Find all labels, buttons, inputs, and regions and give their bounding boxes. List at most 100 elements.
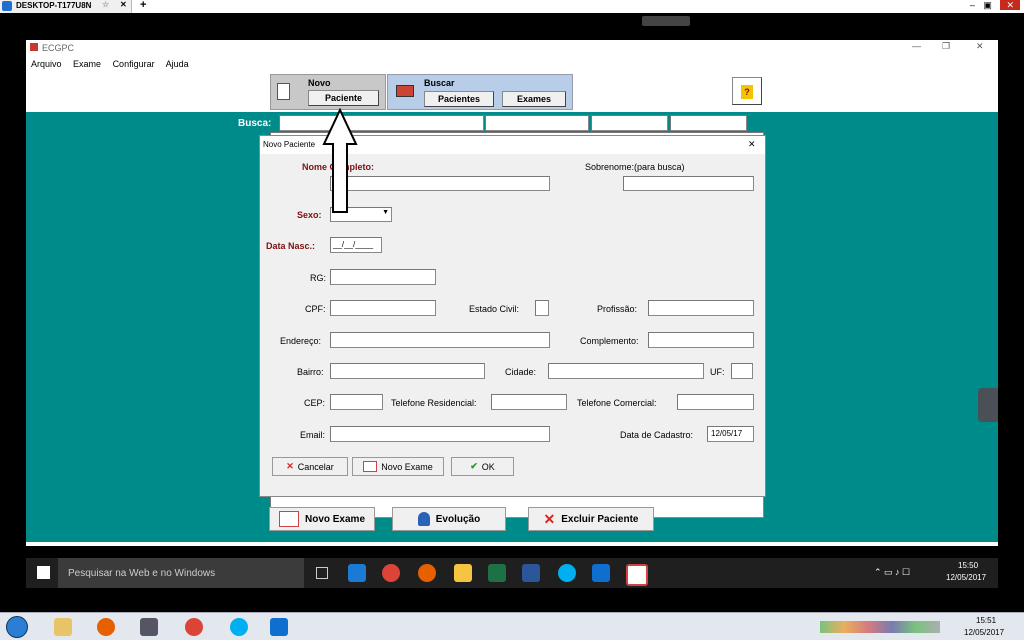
bairro-label: Bairro:	[297, 367, 324, 377]
minimize-icon[interactable]: –	[970, 0, 975, 10]
busca-input-2[interactable]	[485, 115, 589, 131]
teamviewer-icon[interactable]	[270, 618, 288, 636]
toolbar-buscar-group: Buscar Pacientes Exames	[387, 74, 573, 110]
cancel-x-icon: ✕	[286, 461, 294, 471]
task-view-icon[interactable]	[316, 567, 328, 579]
minimize-icon[interactable]: —	[912, 41, 921, 51]
firefox-icon[interactable]	[97, 618, 115, 636]
novo-paciente-button[interactable]: Paciente	[308, 90, 379, 106]
maximize-icon[interactable]: ❐	[942, 41, 950, 52]
teamviewer-icon[interactable]	[592, 564, 610, 582]
help-button[interactable]: ?	[732, 77, 762, 105]
skype-icon[interactable]	[558, 564, 576, 582]
ecg-icon	[363, 461, 378, 472]
menu-exame[interactable]: Exame	[73, 59, 101, 69]
star-icon[interactable]: ☆	[102, 0, 109, 9]
teamviewer-side-handle[interactable]	[978, 388, 998, 422]
file-explorer-icon[interactable]	[454, 564, 472, 582]
telefone-residencial-field[interactable]	[491, 394, 567, 410]
firefox-icon[interactable]	[418, 564, 436, 582]
ecgpc-icon[interactable]	[626, 564, 648, 586]
menu-configurar[interactable]: Configurar	[113, 59, 155, 69]
busca-input-1[interactable]	[279, 115, 484, 131]
menu-arquivo[interactable]: Arquivo	[31, 59, 62, 69]
search-records-icon	[396, 85, 414, 97]
windows-start-icon[interactable]	[37, 566, 50, 579]
person-icon	[417, 512, 430, 526]
chrome-icon[interactable]	[185, 618, 203, 636]
cancelar-button[interactable]: ✕ Cancelar	[272, 457, 348, 476]
remote-toolbar-icons[interactable]	[642, 16, 690, 26]
complemento-label: Complemento:	[580, 336, 639, 346]
cpf-label: CPF:	[305, 304, 326, 314]
remote-session-tab[interactable]: DESKTOP-T177U8N ☆ ✕	[0, 0, 132, 13]
delete-x-icon: ✕	[543, 510, 556, 527]
taskbar-search-box[interactable]: Pesquisar na Web e no Windows	[58, 558, 304, 588]
skype-icon[interactable]	[230, 618, 248, 636]
notification-area-icons[interactable]	[820, 621, 940, 633]
busca-input-3[interactable]	[591, 115, 668, 131]
profissao-field[interactable]	[648, 300, 754, 316]
cpf-field[interactable]	[330, 300, 436, 316]
word-icon[interactable]	[522, 564, 540, 582]
email-field[interactable]	[330, 426, 550, 442]
menu-ajuda[interactable]: Ajuda	[166, 59, 189, 69]
cep-field[interactable]	[330, 394, 383, 410]
remote-clock-date: 12/05/2017	[946, 573, 987, 582]
uf-field[interactable]	[731, 363, 753, 379]
chrome-icon[interactable]	[382, 564, 400, 582]
uf-label: UF:	[710, 367, 725, 377]
restore-icon[interactable]: ▣	[983, 0, 992, 10]
remote-window-controls[interactable]: – ▣ ✕	[950, 0, 1020, 11]
buscar-exames-button[interactable]: Exames	[502, 91, 566, 107]
cidade-field[interactable]	[548, 363, 704, 379]
sobrenome-label: Sobrenome:(para busca)	[585, 162, 685, 172]
file-explorer-icon[interactable]	[54, 618, 72, 636]
menu-bar: Arquivo Exame Configurar Ajuda	[31, 59, 198, 69]
profissao-label: Profissão:	[597, 304, 638, 314]
ok-button[interactable]: ✔ OK	[451, 457, 514, 476]
remote-top-bar	[0, 0, 1024, 13]
email-label: Email:	[300, 430, 326, 440]
novo-label: Novo	[308, 78, 331, 88]
edge-icon[interactable]	[348, 564, 366, 582]
telefone-residencial-label: Telefone Residencial:	[391, 398, 477, 408]
estado-civil-field[interactable]	[535, 300, 549, 316]
buscar-label: Buscar	[424, 78, 455, 88]
scanner-icon[interactable]	[140, 618, 158, 636]
close-icon[interactable]: ✕	[120, 0, 127, 9]
windows-orb-icon[interactable]	[6, 616, 28, 638]
close-icon[interactable]: ✕	[1000, 0, 1020, 10]
busca-input-4[interactable]	[670, 115, 747, 131]
buscar-pacientes-button[interactable]: Pacientes	[424, 91, 494, 107]
app-title: ECGPC	[42, 43, 75, 53]
app-icon	[30, 43, 38, 51]
excluir-paciente-button[interactable]: ✕ Excluir Paciente	[528, 507, 654, 531]
teamviewer-icon	[2, 1, 12, 11]
add-tab-button[interactable]: +	[140, 0, 147, 11]
telefone-comercial-field[interactable]	[677, 394, 754, 410]
system-tray-icons[interactable]: ⌃ ▭ ♪ ☐	[874, 567, 910, 578]
data-nasc-label: Data Nasc.:	[266, 241, 316, 251]
close-icon[interactable]: ✕	[748, 139, 756, 150]
remote-clock-time: 15:50	[958, 561, 979, 570]
cep-label: CEP:	[304, 398, 326, 408]
endereco-field[interactable]	[330, 332, 550, 348]
close-icon[interactable]: ✕	[976, 41, 984, 52]
data-nasc-field[interactable]: __/__/____	[330, 237, 382, 253]
rg-field[interactable]	[330, 269, 436, 285]
endereco-label: Endereço:	[280, 336, 322, 346]
estado-civil-label: Estado Civil:	[469, 304, 520, 314]
busca-label: Busca:	[238, 118, 272, 129]
bairro-field[interactable]	[330, 363, 485, 379]
evolucao-button[interactable]: Evolução	[392, 507, 506, 531]
excel-icon[interactable]	[488, 564, 506, 582]
remote-taskbar: Pesquisar na Web e no Windows ⌃ ▭ ♪ ☐ 15…	[26, 558, 998, 588]
complemento-field[interactable]	[648, 332, 754, 348]
data-cadastro-field[interactable]: 12/05/17	[707, 426, 754, 442]
novo-exame-dialog-button[interactable]: Novo Exame	[352, 457, 444, 476]
sobrenome-field[interactable]	[623, 176, 754, 191]
cidade-label: Cidade:	[505, 367, 537, 377]
checkmark-icon: ✔	[470, 461, 478, 471]
novo-exame-bottom-button[interactable]: Novo Exame	[269, 507, 375, 531]
